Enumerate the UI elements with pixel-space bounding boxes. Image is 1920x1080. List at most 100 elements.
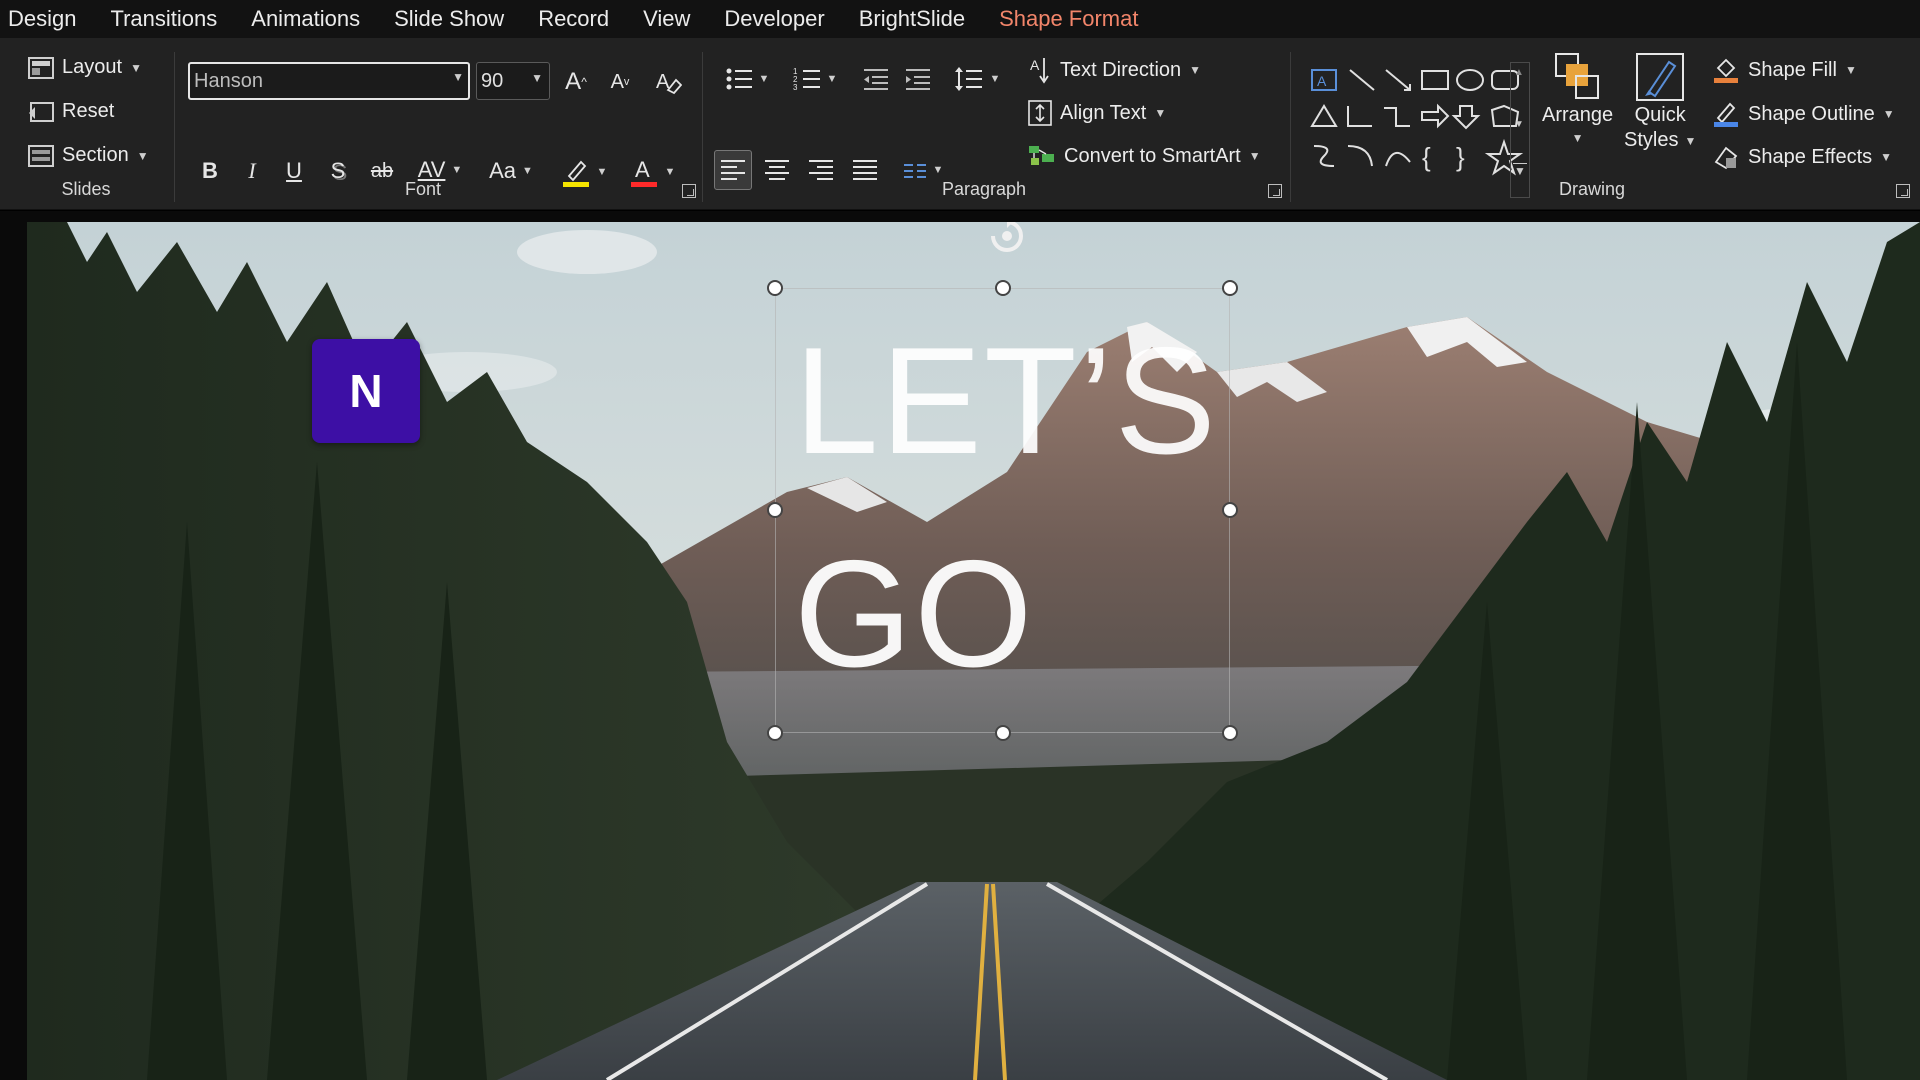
font-name-input[interactable] [190, 64, 430, 98]
resize-handle-bottom[interactable] [995, 725, 1011, 741]
align-text-button[interactable]: Align Text ▼ [1028, 100, 1166, 126]
shrink-font-icon: A [610, 70, 624, 93]
title-textbox[interactable]: LET’S GO [767, 280, 1238, 741]
paragraph-group-label: Paragraph [941, 179, 1027, 199]
chevron-down-icon: ▼ [1844, 63, 1857, 77]
resize-handle-bottom-left[interactable] [767, 725, 783, 741]
arrange-button[interactable]: Arrange ▼ [1542, 52, 1613, 145]
columns-icon [903, 164, 926, 178]
font-size-combobox[interactable]: ▼ [476, 62, 550, 100]
resize-handle-left[interactable] [767, 502, 783, 518]
font-name-combobox[interactable]: ▼ [188, 62, 470, 100]
chevron-up-icon[interactable]: ▲ [1514, 67, 1524, 78]
chevron-down-icon: ▼ [758, 73, 770, 85]
bullets-button[interactable]: ▼ [718, 62, 776, 96]
arrange-label: Arrange [1542, 104, 1614, 126]
smartart-icon [1029, 146, 1054, 165]
ribbon: Layout ▼ Reset Section ▼ Slides ▼ ▼ A^ A… [0, 38, 1920, 210]
resize-handle-top-left[interactable] [767, 280, 783, 296]
chevron-down-icon: ▼ [451, 164, 463, 176]
resize-handle-bottom-right[interactable] [1222, 725, 1238, 741]
resize-handle-top-right[interactable] [1222, 280, 1238, 296]
align-center-icon [765, 160, 789, 180]
justify-icon [853, 160, 877, 180]
tab-transitions[interactable]: Transitions [110, 6, 217, 32]
chevron-down-icon: ▼ [1189, 63, 1202, 77]
paragraph-group: ▼ 123 ▼ ▼ ▼ A Text Direction ▼ Align Tex… [704, 38, 1290, 210]
quick-styles-icon [1636, 53, 1685, 101]
chevron-down-icon[interactable]: ▼ [1514, 119, 1524, 130]
arrange-icon [1554, 53, 1599, 99]
tab-developer[interactable]: Developer [724, 6, 824, 32]
chevron-down-icon: ▼ [826, 73, 838, 85]
font-size-input[interactable] [477, 63, 531, 99]
shrink-font-button[interactable]: Av [604, 66, 636, 98]
font-group-label: Font [404, 179, 442, 199]
quick-styles-button[interactable]: Quick Styles ▼ [1624, 52, 1696, 152]
svg-text:3: 3 [793, 83, 798, 91]
tab-animations[interactable]: Animations [251, 6, 360, 32]
line-spacing-button[interactable]: ▼ [948, 62, 1006, 96]
chevron-down-icon[interactable]: ▼ [452, 70, 464, 84]
slide[interactable]: N LET’S GO [27, 222, 1920, 1080]
resize-handle-top[interactable] [995, 280, 1011, 296]
menu-bar: Design Transitions Animations Slide Show… [0, 0, 1920, 38]
chevron-down-icon: ▼ [522, 165, 533, 177]
resize-handle-right[interactable] [1222, 502, 1238, 518]
clear-formatting-button[interactable]: A [650, 64, 686, 100]
clear-formatting-icon: A [656, 71, 682, 95]
group-divider [702, 52, 703, 202]
title-line-2: GO [794, 529, 1035, 699]
chevron-down-icon: ▼ [1684, 133, 1697, 148]
tab-brightslide[interactable]: BrightSlide [859, 6, 965, 32]
chevron-down-icon: ▼ [1154, 106, 1167, 120]
logo-badge[interactable]: N [312, 339, 420, 443]
chevron-down-icon: ▼ [1880, 150, 1893, 164]
drawing-dialog-launcher-icon[interactable] [1896, 184, 1910, 198]
numbering-button[interactable]: 123 ▼ [786, 62, 844, 96]
align-left-icon [721, 160, 745, 180]
tab-slide-show[interactable]: Slide Show [394, 6, 504, 32]
font-group: ▼ ▼ A^ Av A B I U S ab AV ▼ Aa ▼ ▼ [0, 38, 700, 210]
align-text-icon [1028, 100, 1052, 126]
align-text-label: Align Text [1060, 101, 1147, 124]
increase-indent-icon [906, 69, 930, 90]
rotate-handle-icon[interactable] [985, 222, 1029, 258]
chevron-down-icon: ▼ [989, 73, 1001, 85]
shape-outline-button[interactable]: Shape Outline ▼ [1712, 100, 1895, 128]
decrease-indent-button[interactable] [860, 62, 892, 96]
chevron-down-icon[interactable]: ▼ [531, 71, 543, 85]
title-line-1: LET’S [794, 316, 1218, 486]
shapes-gallery-scrollbar[interactable]: ▲ ▼ ▼ [1510, 62, 1530, 198]
tab-shape-format[interactable]: Shape Format [999, 6, 1138, 32]
paragraph-dialog-launcher-icon[interactable] [1268, 184, 1282, 198]
chevron-down-icon: ▼ [1571, 131, 1584, 145]
chevron-down-icon: ▼ [932, 164, 944, 176]
text-direction-button[interactable]: A Text Direction ▼ [1028, 56, 1201, 84]
text-direction-label: Text Direction [1060, 58, 1182, 81]
increase-indent-button[interactable] [902, 62, 934, 96]
chevron-down-icon: ▼ [596, 166, 608, 178]
shape-fill-button[interactable]: Shape Fill ▼ [1712, 56, 1857, 84]
drawing-group: A { } ▲ ▼ ▼ Arrange ▼ Quick Styles ▼ Sha… [1292, 38, 1920, 210]
grow-font-button[interactable]: A ^ [560, 66, 592, 98]
gallery-more-icon[interactable]: ▼ [1513, 163, 1527, 178]
quick-styles-label-2: Styles [1624, 129, 1679, 151]
paint-bucket-icon [1714, 58, 1738, 83]
tab-view[interactable]: View [643, 6, 690, 32]
svg-text:{: { [1422, 142, 1431, 172]
svg-text:A: A [1317, 73, 1327, 89]
grow-font-icon: A [565, 68, 582, 95]
chevron-down-icon: ▼ [664, 166, 676, 178]
shape-effects-button[interactable]: Shape Effects ▼ [1712, 144, 1892, 170]
decrease-indent-icon [864, 69, 888, 90]
drawing-group-label: Drawing [1558, 179, 1626, 199]
shape-effects-icon [1714, 146, 1738, 170]
tab-record[interactable]: Record [538, 6, 609, 32]
convert-to-smartart-label: Convert to SmartArt [1064, 144, 1241, 167]
tab-design[interactable]: Design [8, 6, 76, 32]
pen-outline-icon [1714, 102, 1738, 127]
text-direction-icon: A [1030, 57, 1049, 84]
convert-to-smartart-button[interactable]: Convert to SmartArt ▼ [1028, 144, 1261, 168]
font-dialog-launcher-icon[interactable] [682, 184, 696, 198]
